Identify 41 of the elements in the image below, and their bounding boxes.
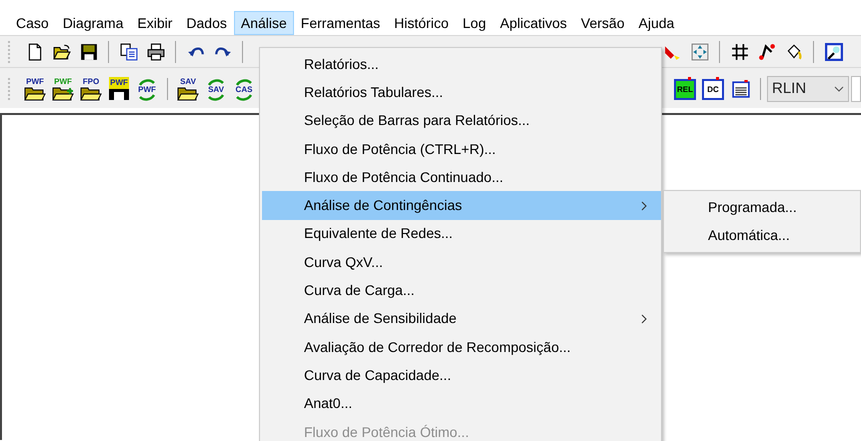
report-window-icon[interactable]	[732, 80, 750, 98]
menu-item[interactable]: Fluxo de Potência (CTRL+R)...	[262, 134, 661, 164]
text-field[interactable]	[851, 76, 861, 102]
menu-item[interactable]: Diagrama	[56, 11, 130, 35]
menu-item[interactable]: Anat0...	[262, 390, 661, 418]
menu-item[interactable]: Dados	[179, 11, 234, 35]
image-icon[interactable]	[824, 42, 842, 60]
menu-item[interactable]: Log	[456, 11, 493, 35]
menu-item[interactable]: Programada...	[666, 193, 860, 221]
menu-item[interactable]: Curva QxV...	[262, 248, 661, 276]
menu-item[interactable]: Ferramentas	[294, 11, 388, 35]
menu-item[interactable]: Relatórios Tabulares...	[262, 78, 661, 107]
menu-item[interactable]: Análise	[234, 11, 294, 35]
dropdown-field[interactable]: RLIN	[767, 76, 849, 102]
node-edit-icon[interactable]	[758, 42, 776, 60]
menu-item[interactable]: Curva de Carga...	[262, 276, 661, 305]
menu-item[interactable]: Relatórios...	[262, 50, 661, 78]
menu-item[interactable]: Histórico	[387, 11, 456, 35]
window-icon[interactable]: REL	[674, 77, 696, 101]
menu-item[interactable]: Curva de Capacidade...	[262, 361, 661, 390]
menu-item[interactable]: Análise de Contingências	[262, 191, 661, 220]
chevron-down-icon	[834, 86, 844, 92]
menu-item[interactable]: Equivalente de Redes...	[262, 220, 661, 248]
menu-item: Fluxo de Potência Ótimo...	[303, 422, 470, 441]
menu-item[interactable]: Automática...	[666, 221, 860, 249]
paint-bucket-icon[interactable]	[784, 42, 802, 60]
menu-item[interactable]: Avaliação de Corredor de Recomposição...	[262, 332, 661, 362]
menu-item[interactable]: Versão	[574, 11, 632, 35]
window-icon[interactable]: DC	[702, 77, 724, 101]
menu-item[interactable]: Caso	[9, 11, 56, 35]
menu-item[interactable]: Análise de Sensibilidade	[262, 304, 661, 333]
folder-icon[interactable]	[52, 42, 70, 60]
move-arrows-icon[interactable]	[690, 42, 708, 60]
printer-icon[interactable]	[146, 42, 164, 60]
menu-item[interactable]: Ajuda	[632, 11, 682, 35]
copy-icon[interactable]	[120, 42, 138, 60]
menu-item[interactable]: Fluxo de Potência Continuado...	[262, 163, 661, 192]
hash-icon[interactable]	[730, 42, 748, 60]
menu-item[interactable]: Seleção de Barras para Relatórios...	[262, 106, 661, 135]
menu-item[interactable]: Exibir	[130, 11, 180, 35]
menu-item[interactable]: Aplicativos	[492, 11, 574, 35]
